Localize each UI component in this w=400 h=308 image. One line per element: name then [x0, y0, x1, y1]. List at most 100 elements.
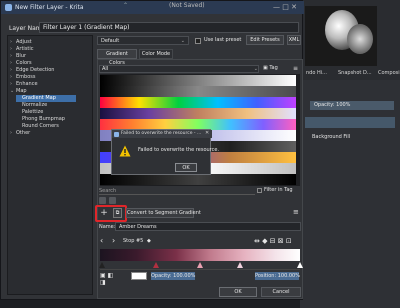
gradient-item[interactable] [100, 108, 296, 119]
filter-tree-item[interactable]: › Artistic [10, 46, 34, 53]
filter-tree-label: Map [16, 88, 27, 94]
ok-button[interactable]: OK [219, 287, 257, 297]
filter-category-tree[interactable]: › Adjust › Artistic › Blur › Colors › Edge Detect… [7, 35, 93, 295]
filter-tree-item[interactable]: › Edge Detection [10, 67, 54, 74]
chevron-right-icon[interactable]: › [112, 236, 115, 245]
filter-tree-item[interactable]: Phong Bumpmap [16, 116, 65, 123]
error-dialog: Failed to overwrite the resource - ... ✕… [111, 129, 219, 175]
new-filter-layer-dialog: New Filter Layer - Krita ⌃ (Not Saved) —… [0, 0, 304, 300]
filter-tree-label: Enhance [16, 81, 38, 87]
tab-color-mode[interactable]: Color Mode [139, 49, 173, 59]
add-gradient-button[interactable]: + [99, 208, 109, 218]
use-last-preset-label: Use last preset [204, 37, 242, 43]
cancel-button[interactable]: Cancel [261, 287, 301, 297]
layer-name-input[interactable]: Filter Layer 1 (Gradient Map) [39, 22, 299, 33]
filter-in-tag-checkbox[interactable] [257, 188, 262, 193]
error-title: Failed to overwrite the resource - ... [121, 131, 202, 136]
filter-tree-label: Phong Bumpmap [22, 116, 65, 122]
error-ok-button[interactable]: OK [175, 163, 197, 172]
gradient-item[interactable] [100, 174, 296, 185]
gradient-editor-preview[interactable] [100, 249, 300, 261]
gradient-item[interactable] [100, 97, 296, 108]
stop-opacity-field[interactable]: Opacity: 100.00% [151, 272, 195, 280]
gradient-stop-1[interactable] [99, 262, 105, 268]
gradient-name-input[interactable]: Amber Dreams [115, 222, 301, 231]
close-icon[interactable]: ✕ [205, 130, 209, 136]
filter-in-tag-label: Filter in Tag [264, 187, 293, 193]
filter-tree-label: Palettize [22, 109, 44, 115]
import-icon[interactable] [99, 197, 106, 204]
filter-tree-item[interactable]: Gradient Map [16, 95, 76, 102]
filter-tree-item[interactable]: › Emboss [10, 74, 35, 81]
use-last-preset-checkbox[interactable] [195, 38, 201, 44]
gradient-stop-5[interactable] [297, 262, 303, 268]
filter-tree-item[interactable]: Round Corners [16, 123, 59, 130]
menu-icon[interactable]: ≡ [293, 208, 299, 216]
filter-tree-item[interactable]: Palettize [16, 109, 43, 116]
filter-tree-label: Blur [16, 53, 27, 59]
filter-tree-label: Normalize [22, 102, 48, 108]
layers-panel [300, 80, 400, 308]
filter-tree-item[interactable]: › Adjust [10, 39, 32, 46]
tab-snapshot-docker[interactable]: Snapshot D... [338, 70, 372, 80]
tag-button[interactable]: ▣ Tag [263, 65, 285, 73]
gradient-stop-2[interactable] [153, 262, 159, 268]
overview-thumbnail [305, 6, 377, 66]
preset-dropdown[interactable]: Default ⌄ [97, 36, 189, 45]
stop-color-swatch[interactable] [131, 272, 147, 280]
color-mode-icons[interactable]: ▣ ◧ ◨ [100, 272, 114, 286]
search-underline [99, 194, 255, 195]
trash-icon[interactable] [109, 197, 116, 204]
filter-tree-label: Gradient Map [22, 95, 56, 101]
layer-opacity-slider[interactable]: Opacity: 100% [310, 101, 394, 110]
filter-tree-label: Round Corners [22, 123, 59, 129]
gradient-item[interactable] [100, 75, 296, 86]
filter-tree-label: Colors [16, 60, 32, 66]
filter-tree-item[interactable]: ⌄ Map [10, 88, 27, 95]
filter-tree-item[interactable]: › Enhance [10, 81, 38, 88]
filter-tree-label: Other [16, 130, 31, 136]
xml-button[interactable]: XML [287, 35, 301, 45]
window-controls[interactable]: — □ ✕ [273, 3, 297, 11]
dialog-title: New Filter Layer - Krita [15, 4, 84, 11]
layer-row-selected[interactable] [305, 117, 395, 128]
duplicate-gradient-button[interactable]: ⧉ [113, 208, 122, 218]
layer-name-background-fill: Background Fill [312, 134, 351, 140]
filter-tree-item[interactable]: Normalize [16, 102, 47, 109]
filter-tree-item[interactable]: › Other [10, 130, 30, 137]
error-message: Failed to overwrite the resource. [138, 147, 220, 153]
stop-position-field[interactable]: Position: 100.00% [255, 272, 300, 280]
stop-label: Stop #5 [123, 238, 144, 244]
tab-undo-history[interactable]: ndo Hi... [306, 70, 327, 80]
filter-tree-item[interactable]: › Colors [10, 60, 32, 67]
tag-filter-dropdown[interactable]: All ⌄ [99, 65, 259, 73]
filter-tree-label: Edge Detection [16, 67, 55, 73]
gradient-stop-4[interactable] [237, 262, 243, 268]
menu-icon[interactable]: ≡ [293, 65, 298, 72]
name-label: Name: [99, 224, 116, 230]
gradient-stop-3[interactable] [197, 262, 203, 268]
filter-tree-label: Emboss [16, 74, 36, 80]
tab-compositions[interactable]: Composi... [378, 70, 400, 80]
stop-track [100, 269, 300, 270]
warning-icon [119, 145, 131, 157]
tab-gradient-colors[interactable]: Gradient Colors [97, 49, 137, 66]
convert-to-segment-button[interactable]: Convert to Segment Gradient [126, 208, 201, 218]
krita-icon [114, 132, 119, 137]
tag-filter-value: All [102, 66, 109, 72]
filter-tree-label: Artistic [16, 46, 34, 52]
tag-icon: ▣ [263, 65, 268, 71]
preset-value: Default [101, 38, 120, 44]
stop-tools-icons[interactable]: ⇹ ◆ ⊟ ⊠ ⊡ [254, 237, 292, 245]
caret-up-icon: ⌃ [123, 2, 129, 9]
chevron-down-icon: ⌄ [253, 66, 258, 72]
filter-tree-item[interactable]: › Blur [10, 53, 26, 60]
filter-tree-label: Adjust [16, 39, 32, 45]
chevron-left-icon[interactable]: ‹ [100, 236, 103, 245]
background-document-title: (Not Saved) [169, 2, 205, 9]
tag-button-label: Tag [269, 65, 278, 71]
stop-marker-icon: ◆ [147, 238, 151, 244]
gradient-item[interactable] [100, 86, 296, 97]
chevron-down-icon: ⌄ [180, 38, 185, 44]
edit-presets-button[interactable]: Edit Presets [246, 35, 284, 45]
